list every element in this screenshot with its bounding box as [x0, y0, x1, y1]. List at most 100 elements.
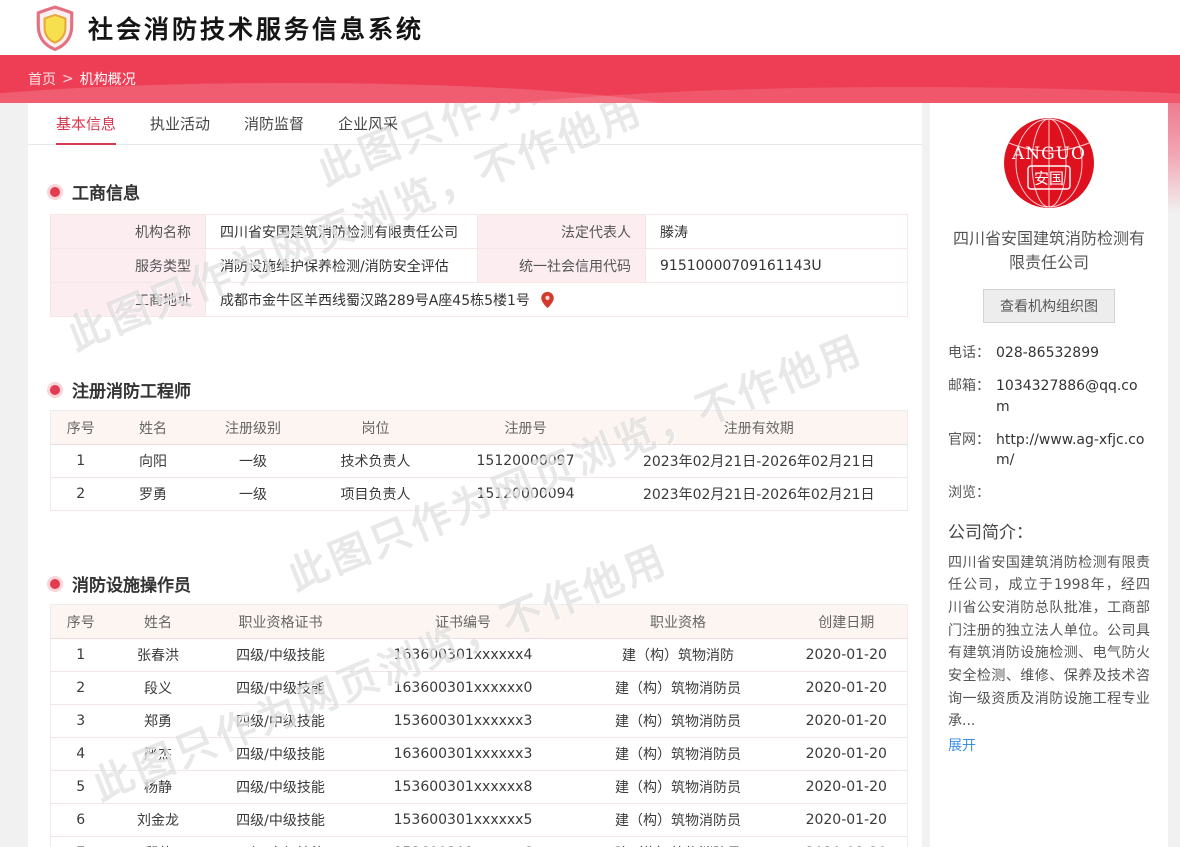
table-cell: 四级/中级技能 [206, 738, 356, 771]
table-cell: 项目负责人 [311, 478, 441, 511]
business-info-table: 机构名称 四川省安国建筑消防检测有限责任公司 法定代表人 滕涛 服务类型 消防设… [50, 214, 908, 317]
section-title-engineers: 注册消防工程师 [50, 377, 908, 402]
section-title-text: 工商信息 [72, 179, 140, 204]
breadcrumb-home-link[interactable]: 首页 [28, 69, 56, 89]
views-value [996, 483, 1150, 503]
credit-code-value: 91510000709161143U [646, 249, 908, 283]
table-cell: 严杰 [111, 738, 206, 771]
table-cell: 四级/中级技能 [206, 837, 356, 847]
table-cell: 刘金龙 [111, 804, 206, 837]
email-value: 1034327886@qq.com [996, 376, 1150, 417]
table-cell: 建（构）筑物消防员 [571, 738, 786, 771]
svg-text:ANGUO: ANGUO [1011, 144, 1086, 164]
table-row: 工商地址 成都市金牛区羊西线蜀汉路289号A座45栋5楼1号 [51, 283, 908, 317]
table-cell: 153600301xxxxxx3 [356, 705, 571, 738]
section-title-operators: 消防设施操作员 [50, 571, 908, 596]
website-link[interactable]: http://www.ag-xfjc.com/ [996, 430, 1150, 471]
table-cell: 2023年02月21日-2026年02月21日 [611, 478, 908, 511]
table-cell: 153600301xxxxxx8 [356, 771, 571, 804]
table-cell: 向阳 [111, 445, 196, 478]
table-cell: 2020-01-20 [786, 771, 908, 804]
table-cell: 2020-01-20 [786, 672, 908, 705]
table-cell: 2 [51, 672, 111, 705]
table-cell: 2 [51, 478, 111, 511]
table-row: 2段义四级/中级技能163600301xxxxxx0建（构）筑物消防员2020-… [51, 672, 908, 705]
table-cell: 建（构）筑物消防员 [571, 771, 786, 804]
table-cell: 2020-01-20 [786, 804, 908, 837]
company-intro-title: 公司简介： [948, 518, 1150, 543]
table-cell: 2020-01-20 [786, 738, 908, 771]
table-row: 5杨静四级/中级技能153600301xxxxxx8建（构）筑物消防员2020-… [51, 771, 908, 804]
table-cell: 杨静 [111, 771, 206, 804]
view-org-chart-button[interactable]: 查看机构组织图 [983, 289, 1115, 323]
table-cell: 张春洪 [111, 639, 206, 672]
tab-company-showcase[interactable]: 企业风采 [338, 103, 398, 145]
tab-practice-activity[interactable]: 执业活动 [150, 103, 210, 145]
website-row: 官网： http://www.ag-xfjc.com/ [948, 430, 1150, 471]
breadcrumb: 首页 > 机构概况 [28, 55, 136, 103]
table-row: 7邱菊四级/中级技能153600301xxxxxx6建（构）筑物消防员2020-… [51, 837, 908, 847]
table-cell: 建（构）筑物消防员 [571, 705, 786, 738]
table-header-row: 序号姓名注册级别岗位注册号注册有效期 [51, 411, 908, 445]
section-dot-icon [50, 385, 60, 395]
views-row: 浏览： [948, 483, 1150, 503]
table-cell: 1 [51, 639, 111, 672]
column-header: 注册级别 [196, 411, 311, 445]
tab-bar: 基本信息 执业活动 消防监督 企业风采 [28, 103, 922, 145]
column-header: 姓名 [111, 605, 206, 639]
table-cell: 建（构）筑物消防员 [571, 672, 786, 705]
column-header: 注册号 [441, 411, 611, 445]
table-cell: 153600301xxxxxx5 [356, 804, 571, 837]
phone-label: 电话： [948, 343, 996, 363]
operators-table: 序号姓名职业资格证书证书编号职业资格创建日期1张春洪四级/中级技能1636003… [50, 604, 908, 847]
section-title-text: 注册消防工程师 [72, 377, 191, 402]
table-cell: 3 [51, 705, 111, 738]
table-cell: 邱菊 [111, 837, 206, 847]
column-header: 姓名 [111, 411, 196, 445]
table-cell: 2020-01-20 [786, 705, 908, 738]
svg-text:安国: 安国 [1034, 170, 1064, 188]
site-title: 社会消防技术服务信息系统 [88, 10, 424, 46]
table-cell: 四级/中级技能 [206, 672, 356, 705]
company-intro-text: 四川省安国建筑消防检测有限责任公司，成立于1998年，经四川省公安消防总队批准，… [948, 552, 1150, 733]
table-row: 4严杰四级/中级技能163600301xxxxxx3建（构）筑物消防员2020-… [51, 738, 908, 771]
section-title-business-info: 工商信息 [50, 179, 908, 204]
address-label: 工商地址 [51, 283, 206, 317]
table-header-row: 序号姓名职业资格证书证书编号职业资格创建日期 [51, 605, 908, 639]
table-cell: 2020-01-20 [786, 639, 908, 672]
section-dot-icon [50, 579, 60, 589]
breadcrumb-separator: > [62, 71, 74, 87]
section-title-text: 消防设施操作员 [72, 571, 191, 596]
table-cell: 建（构）筑物消防员 [571, 837, 786, 847]
expand-link[interactable]: 展开 [948, 735, 976, 755]
org-name-value: 四川省安国建筑消防检测有限责任公司 [206, 215, 478, 249]
tab-basic-info[interactable]: 基本信息 [56, 103, 116, 145]
table-cell: 15120000097 [441, 445, 611, 478]
table-cell: 2020-01-20 [786, 837, 908, 847]
table-cell: 6 [51, 804, 111, 837]
email-label: 邮箱： [948, 376, 996, 417]
credit-code-label: 统一社会信用代码 [478, 249, 646, 283]
table-cell: 7 [51, 837, 111, 847]
table-cell: 四级/中级技能 [206, 705, 356, 738]
legal-rep-label: 法定代表人 [478, 215, 646, 249]
table-cell: 4 [51, 738, 111, 771]
table-row: 机构名称 四川省安国建筑消防检测有限责任公司 法定代表人 滕涛 [51, 215, 908, 249]
column-header: 岗位 [311, 411, 441, 445]
table-cell: 技术负责人 [311, 445, 441, 478]
address-cell: 成都市金牛区羊西线蜀汉路289号A座45栋5楼1号 [206, 283, 908, 317]
location-pin-icon[interactable] [540, 291, 555, 309]
site-header: 社会消防技术服务信息系统 [0, 0, 1180, 55]
column-header: 证书编号 [356, 605, 571, 639]
table-cell: 一级 [196, 478, 311, 511]
table-cell: 5 [51, 771, 111, 804]
column-header: 职业资格证书 [206, 605, 356, 639]
email-row: 邮箱： 1034327886@qq.com [948, 376, 1150, 417]
org-name-label: 机构名称 [51, 215, 206, 249]
table-row: 服务类型 消防设施维护保养检测/消防安全评估 统一社会信用代码 91510000… [51, 249, 908, 283]
shield-logo-icon [34, 5, 76, 51]
company-logo: ANGUO 安国 [1003, 117, 1095, 209]
table-row: 3郑勇四级/中级技能153600301xxxxxx3建（构）筑物消防员2020-… [51, 705, 908, 738]
table-cell: 四级/中级技能 [206, 804, 356, 837]
tab-fire-supervision[interactable]: 消防监督 [244, 103, 304, 145]
